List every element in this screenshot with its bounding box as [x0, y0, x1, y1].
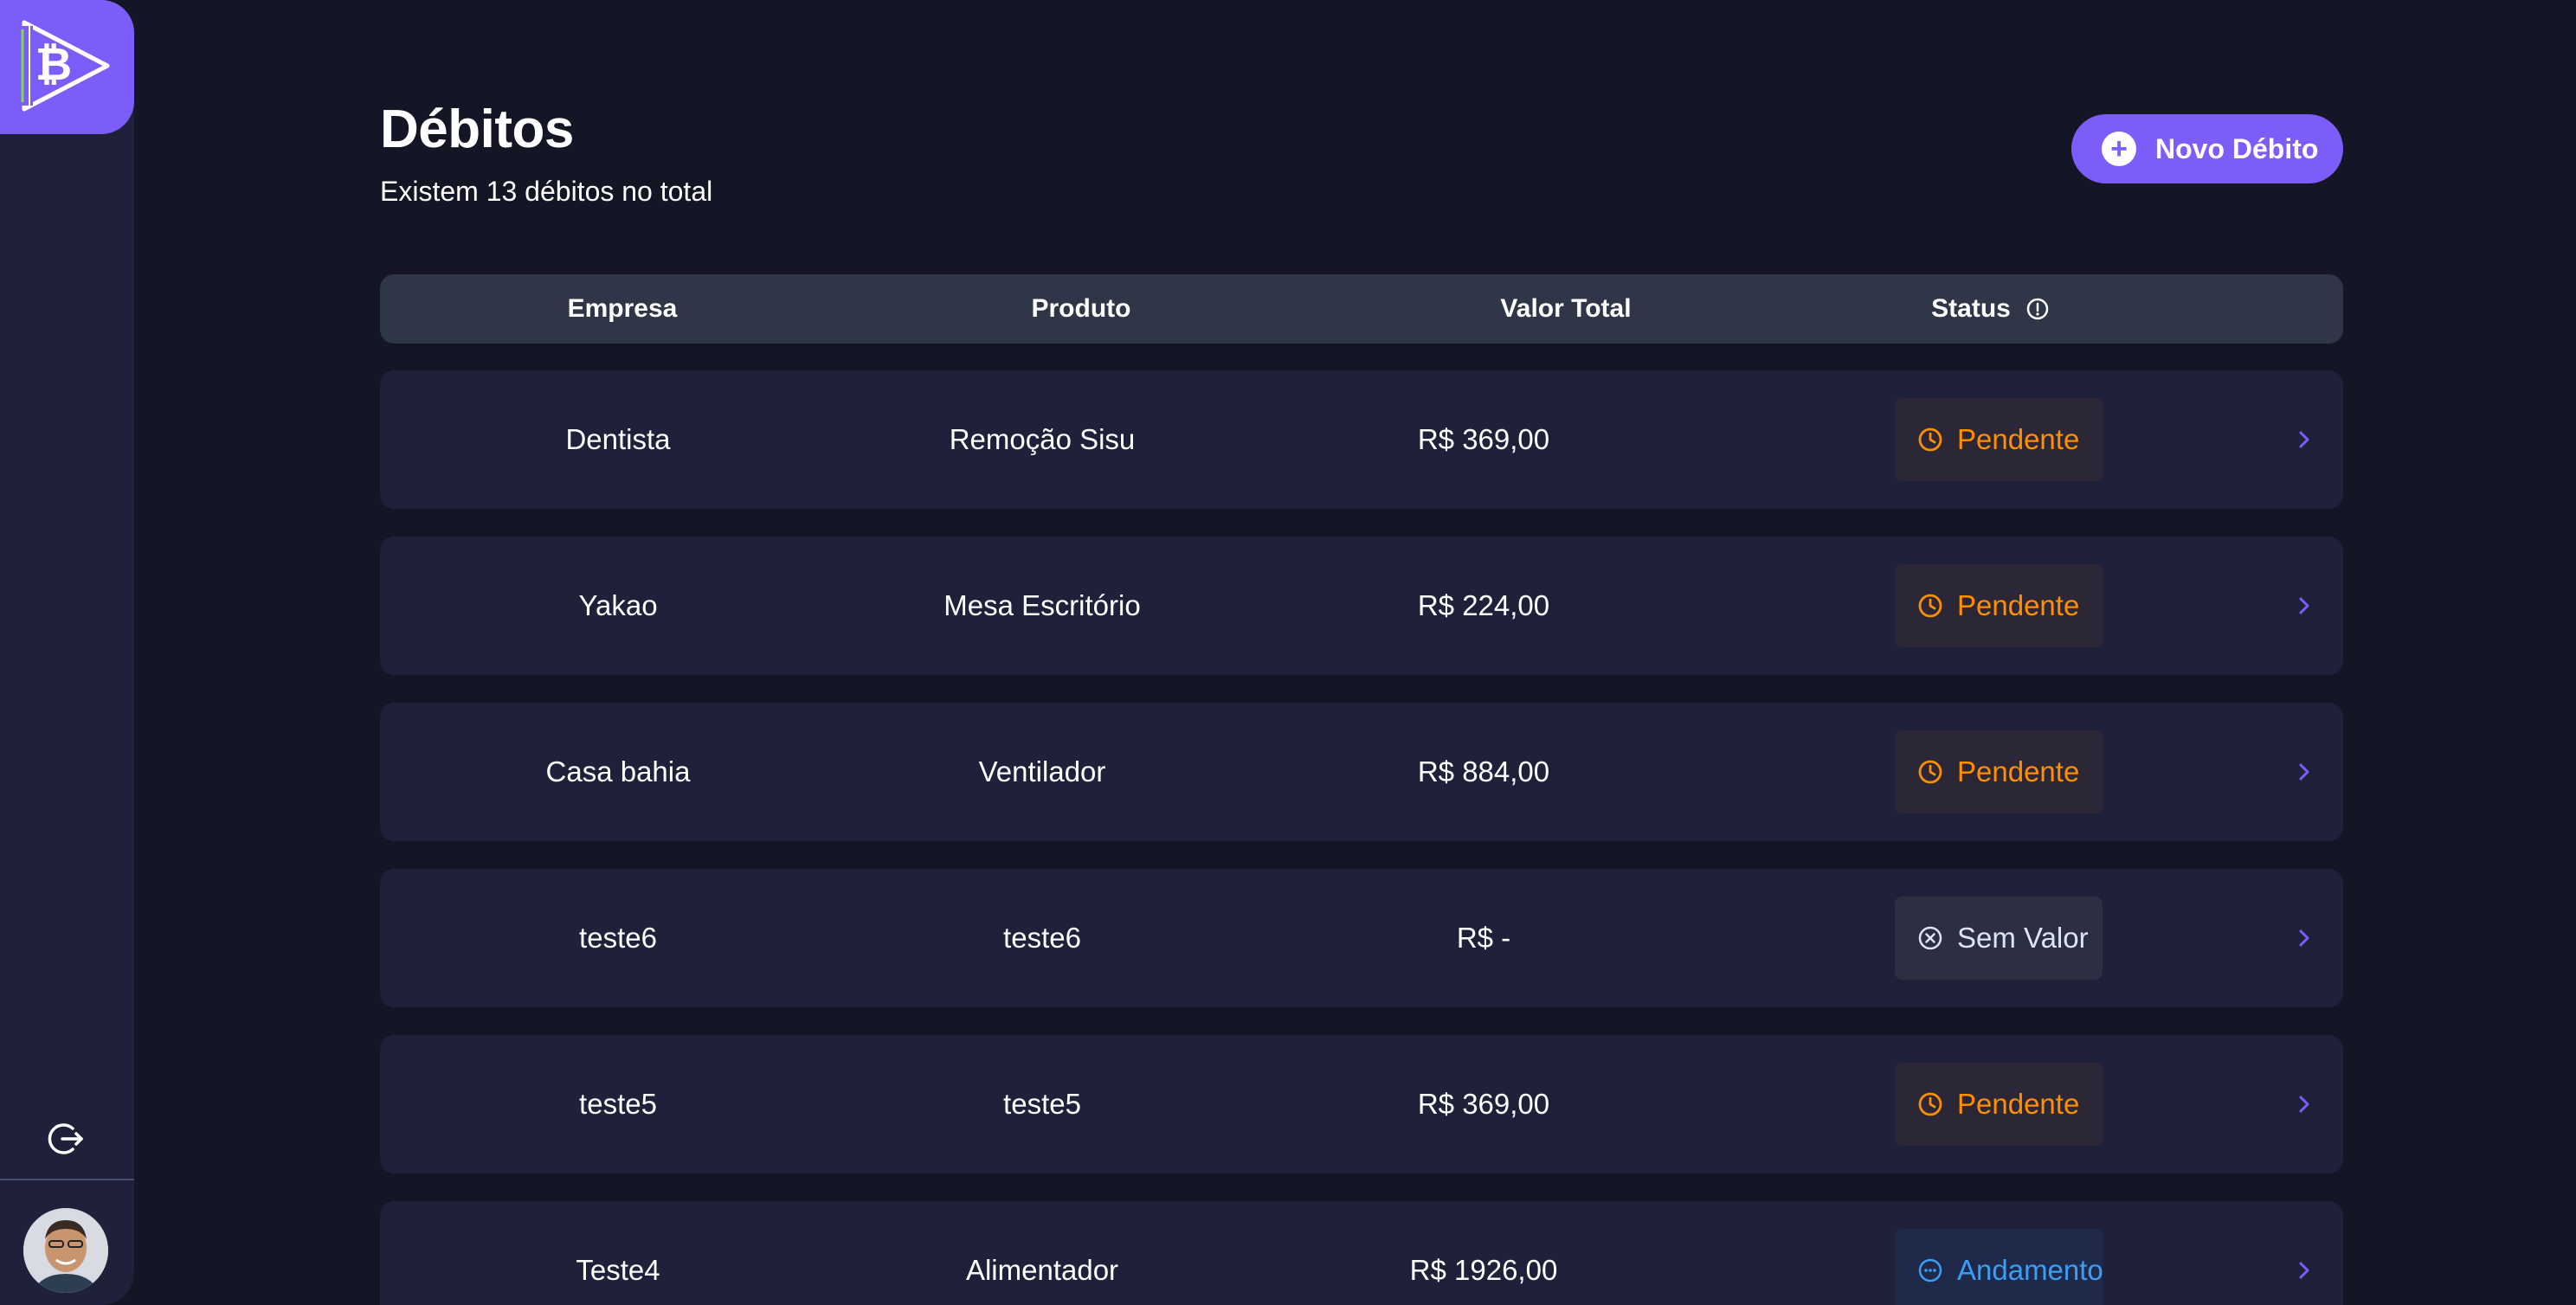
info-icon[interactable] [2026, 298, 2049, 320]
cell-empresa: teste6 [579, 922, 657, 954]
dots-circle-icon [1917, 1257, 1943, 1283]
table-row[interactable]: Dentista Remoção Sisu R$ 369,00 Pendente [380, 370, 2343, 509]
logout-icon [48, 1123, 83, 1154]
column-header-empresa: Empresa [567, 294, 678, 323]
column-header-valor: Valor Total [1500, 294, 1632, 323]
cell-valor-total: R$ - [1456, 922, 1511, 954]
table-row[interactable]: Yakao Mesa Escritório R$ 224,00 Pendente [380, 537, 2343, 675]
cell-valor-total: R$ 369,00 [1417, 1088, 1550, 1120]
table-row[interactable]: Teste4 Alimentador R$ 1926,00 Andamento [380, 1201, 2343, 1305]
x-circle-icon [1917, 925, 1943, 951]
svg-text:₿: ₿ [35, 39, 72, 91]
cell-empresa: Yakao [578, 589, 658, 621]
table-row[interactable]: teste5 teste5 R$ 369,00 Pendente [380, 1035, 2343, 1173]
chevron-right-icon[interactable] [2289, 424, 2320, 455]
cell-valor-total: R$ 369,00 [1417, 423, 1550, 455]
cell-empresa: Casa bahia [545, 755, 691, 788]
clock-icon [1917, 427, 1943, 453]
table-row[interactable]: Casa bahia Ventilador R$ 884,00 Pendente [380, 703, 2343, 841]
app-logo[interactable]: ₿ [0, 0, 134, 134]
cell-produto: Alimentador [965, 1254, 1119, 1286]
new-debit-label: Novo Débito [2155, 132, 2319, 164]
cell-valor-total: R$ 224,00 [1417, 589, 1550, 621]
plus-icon: + [2102, 132, 2136, 166]
status-badge: Andamento [1895, 1229, 2103, 1305]
cell-produto: teste6 [1003, 922, 1081, 954]
cell-valor-total: R$ 1926,00 [1409, 1254, 1558, 1286]
cell-valor-total: R$ 884,00 [1417, 755, 1550, 788]
status-badge: Pendente [1895, 1063, 2103, 1146]
status-label: Andamento [1957, 1254, 2103, 1286]
clock-icon [1917, 759, 1943, 785]
status-badge: Sem Valor [1895, 897, 2103, 980]
status-label: Sem Valor [1957, 922, 2089, 954]
page-subtitle: Existem 13 débitos no total [380, 176, 713, 207]
new-debit-button[interactable]: + Novo Débito [2071, 114, 2343, 183]
chevron-right-icon[interactable] [2289, 590, 2320, 621]
logout-button[interactable] [45, 1118, 87, 1160]
status-label: Pendente [1957, 755, 2080, 788]
cell-produto: Mesa Escritório [943, 589, 1141, 621]
chevron-right-icon[interactable] [2289, 756, 2320, 788]
bitcoin-play-logo-icon: ₿ [21, 20, 110, 112]
cell-produto: teste5 [1003, 1088, 1081, 1120]
status-badge: Pendente [1895, 398, 2103, 481]
column-header-status: Status [1852, 274, 2128, 344]
status-label: Pendente [1957, 1088, 2080, 1120]
chevron-right-icon[interactable] [2289, 1089, 2320, 1120]
chevron-right-icon[interactable] [2289, 922, 2320, 954]
status-label: Pendente [1957, 423, 2080, 455]
column-header-status-label: Status [1931, 294, 2011, 323]
clock-icon [1917, 1091, 1943, 1117]
sidebar-divider [0, 1179, 134, 1180]
cell-empresa: teste5 [579, 1088, 657, 1120]
cell-empresa: Dentista [565, 423, 671, 455]
status-badge: Pendente [1895, 730, 2103, 813]
cell-produto: Ventilador [978, 755, 1106, 788]
status-label: Pendente [1957, 589, 2080, 621]
chevron-right-icon[interactable] [2289, 1255, 2320, 1286]
cell-produto: Remoção Sisu [949, 423, 1136, 455]
page-title: Débitos [380, 100, 574, 159]
clock-icon [1917, 593, 1943, 619]
sidebar: ₿ [0, 0, 134, 1305]
status-badge: Pendente [1895, 564, 2103, 647]
column-header-produto: Produto [1031, 294, 1131, 323]
cell-empresa: Teste4 [576, 1254, 660, 1286]
table-header: Empresa Produto Valor Total Status [380, 274, 2343, 344]
avatar-icon [23, 1208, 108, 1293]
user-avatar[interactable] [23, 1208, 108, 1293]
table-row[interactable]: teste6 teste6 R$ - Sem Valor [380, 869, 2343, 1007]
